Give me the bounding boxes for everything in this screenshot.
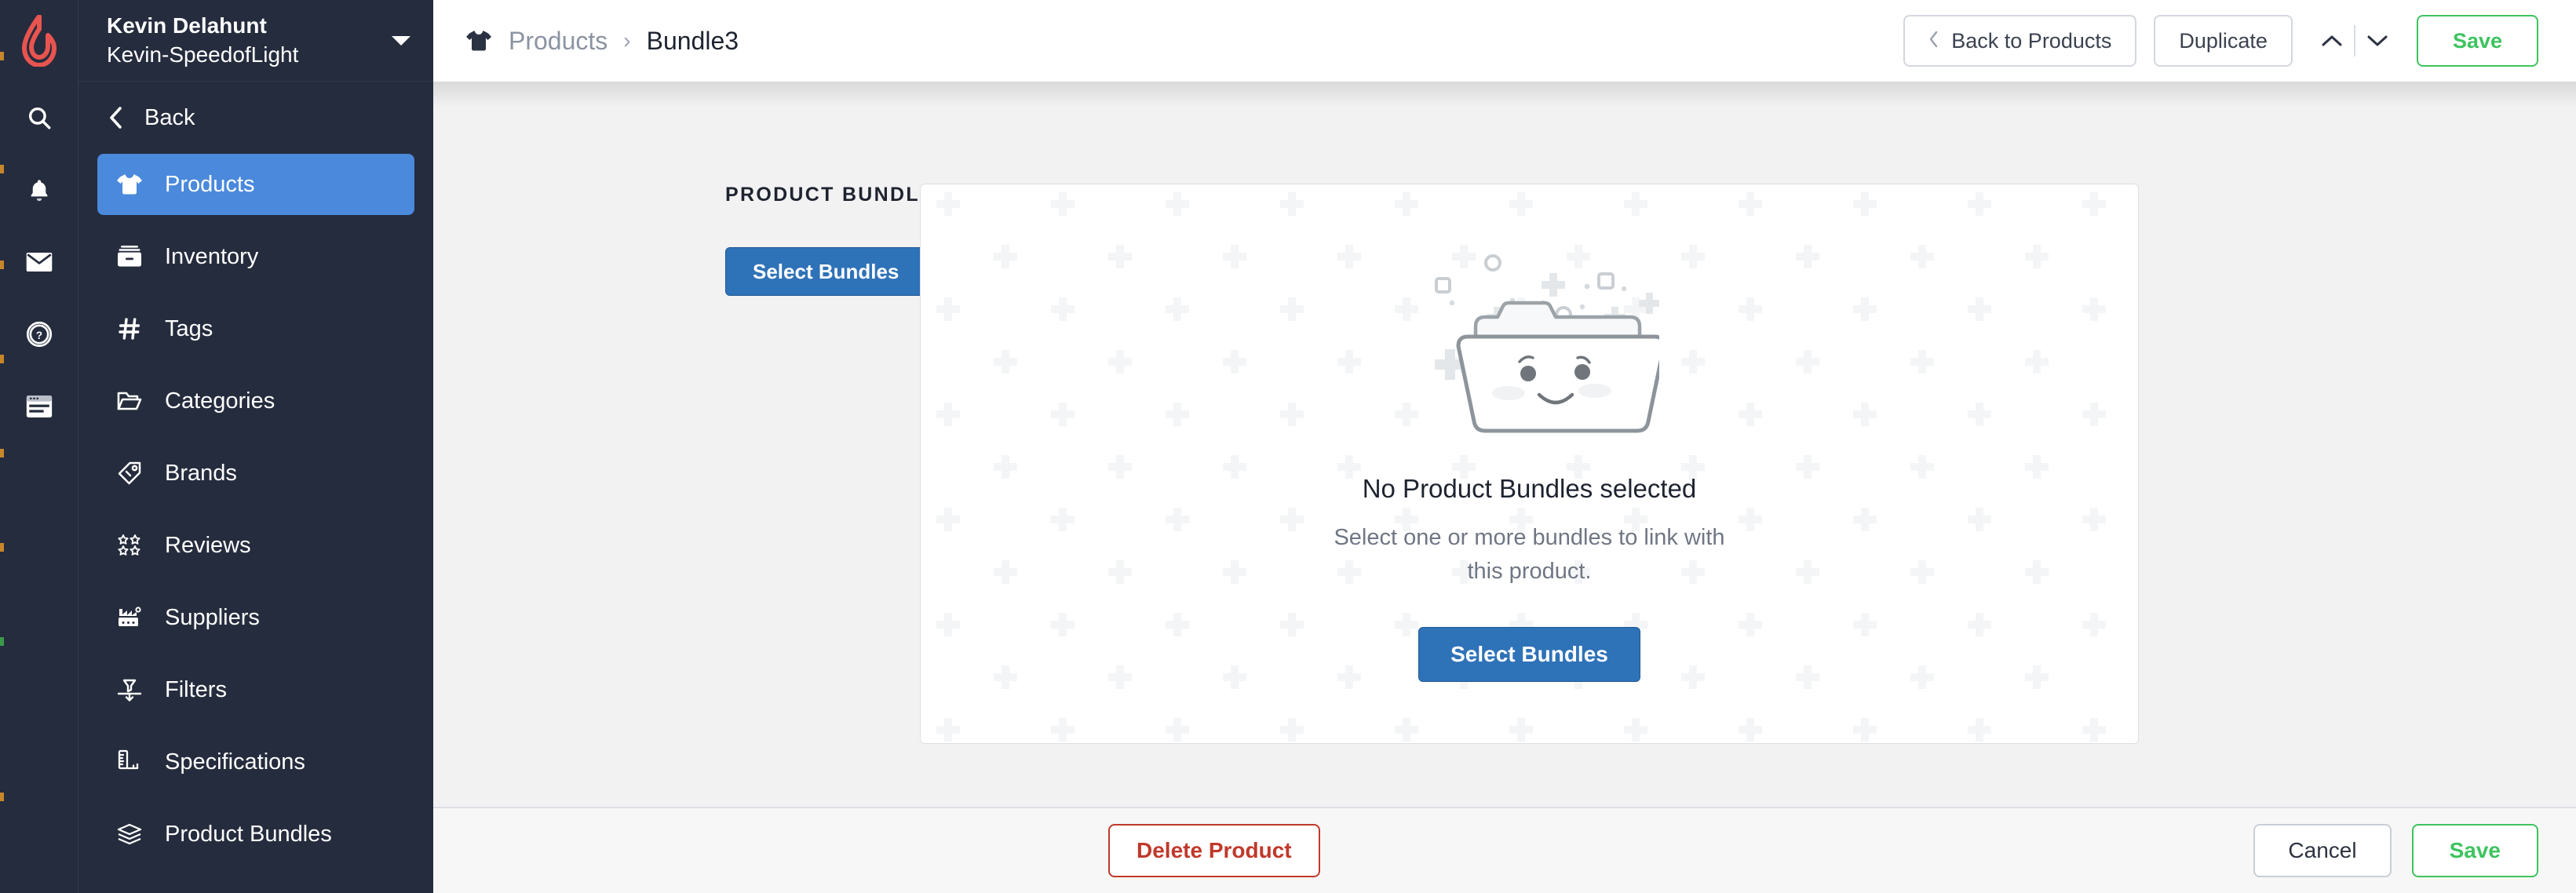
tshirt-icon (465, 29, 493, 53)
tshirt-icon (115, 173, 144, 196)
account-switcher[interactable]: Kevin Delahunt Kevin-SpeedofLight (78, 0, 433, 82)
sidebar-item-brands[interactable]: Brands (97, 443, 414, 504)
section-column: PRODUCT BUNDLES Select Bundles (433, 184, 950, 807)
bell-icon[interactable] (0, 154, 78, 226)
empty-state: No Product Bundles selected Select one o… (1318, 246, 1742, 682)
layers-icon (115, 822, 144, 846)
select-bundles-button-side[interactable]: Select Bundles (725, 247, 927, 296)
sidebar-back-button[interactable]: Back (78, 82, 433, 154)
svg-text:?: ? (35, 330, 42, 341)
sidebar-back-label: Back (144, 104, 195, 130)
chevron-left-icon (1928, 29, 1939, 53)
duplicate-label: Duplicate (2179, 28, 2268, 53)
save-label-bottom: Save (2449, 838, 2501, 862)
sidebar-item-tags[interactable]: Tags (97, 298, 414, 359)
register-icon[interactable] (0, 370, 78, 443)
mail-icon[interactable] (0, 226, 78, 298)
sidebar-label: Products (165, 171, 255, 197)
sidebar-item-categories[interactable]: Categories (97, 370, 414, 432)
icon-rail: ? (0, 0, 78, 893)
sidebar-nav-list: Products Inventory Tags Categories Brand… (78, 154, 433, 876)
back-to-products-label: Back to Products (1951, 28, 2112, 53)
sidebar-item-inventory[interactable]: Inventory (97, 226, 414, 287)
footer-left: Delete Product (465, 824, 2253, 877)
content-area: PRODUCT BUNDLES Select Bundles No Produc… (433, 82, 2576, 807)
sidebar-item-filters[interactable]: Filters (97, 659, 414, 720)
empty-state-title: No Product Bundles selected (1362, 474, 1697, 504)
cancel-button[interactable]: Cancel (2253, 824, 2392, 877)
sidebar-item-products[interactable]: Products (97, 154, 414, 215)
empty-state-subtitle: Select one or more bundles to link with … (1334, 525, 1725, 584)
ruler-icon (115, 749, 144, 775)
stars-icon (115, 534, 144, 557)
app-root: ? Kevin Delahunt Kevin-SpeedofLight Back… (0, 0, 2576, 893)
folder-open-icon (115, 389, 144, 413)
sidebar-item-product-bundles[interactable]: Product Bundles (97, 804, 414, 865)
chevron-left-icon (107, 106, 124, 129)
sidebar-label: Product Bundles (165, 821, 332, 847)
chevron-down-icon[interactable] (2355, 17, 2399, 64)
account-name: Kevin Delahunt (107, 13, 267, 38)
inventory-box-icon (115, 245, 144, 268)
footer-right: Cancel Save (2253, 824, 2538, 877)
record-nav-arrows (2310, 17, 2399, 64)
product-bundles-empty-card: No Product Bundles selected Select one o… (920, 184, 2139, 744)
account-store: Kevin-SpeedofLight (107, 42, 299, 67)
sidebar: Kevin Delahunt Kevin-SpeedofLight Back P… (78, 0, 433, 893)
sidebar-label: Inventory (165, 243, 259, 269)
chevron-down-icon[interactable] (389, 35, 413, 47)
sidebar-item-suppliers[interactable]: Suppliers (97, 587, 414, 648)
breadcrumb-current: Bundle3 (646, 26, 739, 55)
breadcrumb: Products › Bundle3 (465, 27, 1903, 56)
breadcrumb-products-link[interactable]: Products (509, 27, 608, 56)
chevron-up-icon[interactable] (2310, 17, 2354, 64)
hash-icon (115, 316, 144, 341)
smiling-folder-illustration (1400, 246, 1666, 438)
section-title: PRODUCT BUNDLES (725, 184, 950, 206)
help-circle-icon[interactable]: ? (0, 298, 78, 370)
top-toolbar: Products › Bundle3 Back to Products Dupl… (433, 0, 2576, 82)
save-button-top[interactable]: Save (2416, 15, 2538, 67)
save-label-top: Save (2452, 28, 2502, 53)
delete-product-button[interactable]: Delete Product (1108, 824, 1320, 877)
breadcrumb-separator: › (623, 28, 631, 53)
funnel-icon (115, 677, 144, 702)
back-to-products-button[interactable]: Back to Products (1903, 15, 2137, 67)
account-text: Kevin Delahunt Kevin-SpeedofLight (107, 12, 389, 69)
sidebar-label: Specifications (165, 749, 305, 775)
sidebar-label: Categories (165, 388, 275, 414)
main-area: Products › Bundle3 Back to Products Dupl… (433, 0, 2576, 893)
select-bundles-button-empty[interactable]: Select Bundles (1418, 626, 1640, 682)
top-actions: Back to Products Duplicate Save (1903, 15, 2538, 67)
sidebar-item-reviews[interactable]: Reviews (97, 515, 414, 576)
sidebar-label: Tags (165, 315, 213, 341)
select-bundles-label-side: Select Bundles (753, 259, 899, 283)
sidebar-label: Brands (165, 460, 237, 486)
price-tag-icon (115, 461, 144, 486)
delete-product-label: Delete Product (1137, 838, 1292, 862)
lightspeed-flame-logo[interactable] (0, 0, 78, 82)
sidebar-label: Suppliers (165, 604, 260, 630)
sidebar-item-specifications[interactable]: Specifications (97, 731, 414, 793)
factory-icon (115, 606, 144, 629)
cancel-label: Cancel (2288, 838, 2357, 862)
duplicate-button[interactable]: Duplicate (2154, 15, 2293, 67)
footer-action-bar: Delete Product Cancel Save (433, 807, 2576, 893)
sidebar-label: Reviews (165, 532, 251, 558)
search-icon[interactable] (0, 82, 78, 154)
sidebar-label: Filters (165, 676, 227, 702)
select-bundles-label-empty: Select Bundles (1450, 641, 1608, 666)
save-button-bottom[interactable]: Save (2411, 824, 2538, 877)
